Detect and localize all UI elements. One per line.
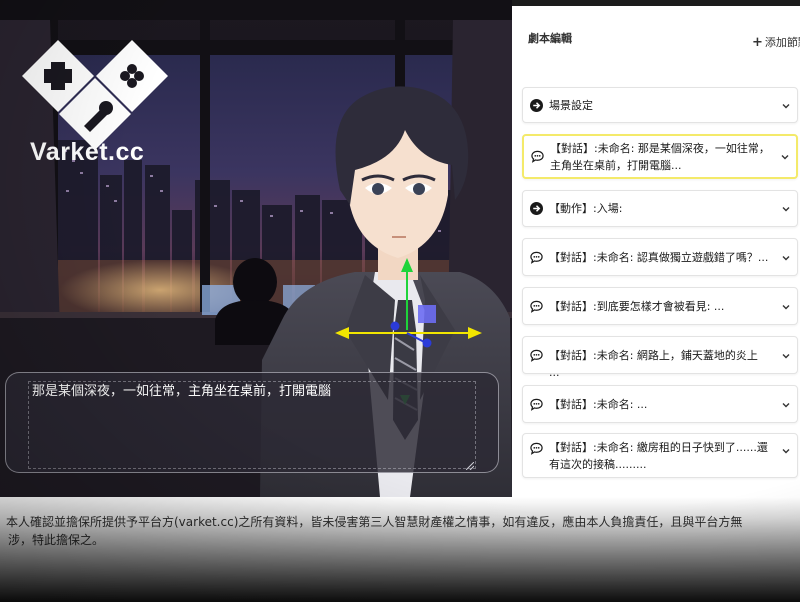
speech-bubble-icon	[530, 251, 543, 264]
disclaimer-line-2: 涉，特此擔保之。	[8, 533, 105, 547]
dialog-text: 那是某個深夜，一如往常，主角坐在桌前，打開電腦	[32, 384, 332, 399]
varket-logo-text: Varket.cc	[30, 138, 145, 166]
speech-bubble-icon	[530, 300, 543, 313]
add-node-button[interactable]: +添加節點	[752, 34, 800, 50]
chevron-down-icon[interactable]	[781, 446, 791, 456]
speech-bubble-icon	[530, 442, 543, 455]
speech-bubble-icon	[530, 349, 543, 362]
script-node[interactable]: 【動作】:入場:	[522, 190, 798, 227]
arrow-circle-icon	[530, 99, 543, 112]
node-label: 【對話】:未命名: 網路上，鋪天蓋地的炎上 ...	[549, 349, 758, 379]
chevron-down-icon[interactable]	[781, 302, 791, 312]
panel-top-strip	[512, 0, 800, 6]
arrow-circle-icon	[530, 202, 543, 215]
scene-preview[interactable]: Varket.cc 那是某個深夜，一如往常，主角坐在桌前，打開電腦	[0, 0, 512, 497]
chevron-down-icon[interactable]	[781, 204, 791, 214]
node-label: 【對話】:未命名: 認真做獨立遊戲錯了嗎？...	[549, 251, 769, 264]
chevron-down-icon[interactable]	[781, 351, 791, 361]
script-editor-panel: 劇本編輯 +添加節點 場景設定 【對話】:未命名: 那是某個深夜，一如往常，主角…	[512, 0, 800, 497]
script-node[interactable]: 【對話】:未命名: 認真做獨立遊戲錯了嗎？...	[522, 238, 798, 276]
node-label: 【對話】:到底要怎樣才會被看見: ...	[549, 300, 725, 313]
node-label: 【對話】:未命名: 繳房租的日子快到了......還有這次的接稿........…	[549, 441, 768, 471]
script-node[interactable]: 場景設定	[522, 87, 798, 123]
add-node-label: 添加節點	[764, 36, 800, 49]
script-node[interactable]: 【對話】:未命名: ...	[522, 385, 798, 423]
plus-icon: +	[752, 35, 763, 50]
panel-title: 劇本編輯	[528, 32, 572, 45]
script-node[interactable]: 【對話】:未命名: 網路上，鋪天蓋地的炎上 ...	[522, 336, 798, 379]
resize-grip-icon[interactable]	[466, 462, 474, 470]
script-node[interactable]: 【對話】:未命名: 那是某個深夜，一如往常，主角坐在桌前，打開電腦...	[522, 134, 798, 179]
speech-bubble-icon	[531, 150, 544, 163]
disclaimer-text: 本人確認並擔保所提供予平台方(varket.cc)之所有資料，皆未侵害第三人智慧…	[0, 513, 800, 549]
chevron-down-icon[interactable]	[781, 400, 791, 410]
node-label: 【動作】:入場:	[549, 202, 623, 215]
chevron-down-icon[interactable]	[781, 253, 791, 263]
node-label: 場景設定	[549, 99, 593, 112]
node-label: 【對話】:未命名: 那是某個深夜，一如往常，主角坐在桌前，打開電腦...	[550, 142, 770, 172]
chevron-down-icon[interactable]	[781, 101, 791, 111]
chevron-down-icon[interactable]	[780, 152, 790, 162]
disclaimer-line-1: 本人確認並擔保所提供予平台方(varket.cc)之所有資料，皆未侵害第三人智慧…	[6, 515, 743, 529]
node-label: 【對話】:未命名: ...	[549, 398, 648, 411]
speech-bubble-icon	[530, 398, 543, 411]
editor-root: Varket.cc 那是某個深夜，一如往常，主角坐在桌前，打開電腦 劇本編輯 +…	[0, 0, 800, 602]
script-node[interactable]: 【對話】:到底要怎樣才會被看見: ...	[522, 287, 798, 325]
script-node[interactable]: 【對話】:未命名: 繳房租的日子快到了......還有這次的接稿........…	[522, 433, 798, 478]
